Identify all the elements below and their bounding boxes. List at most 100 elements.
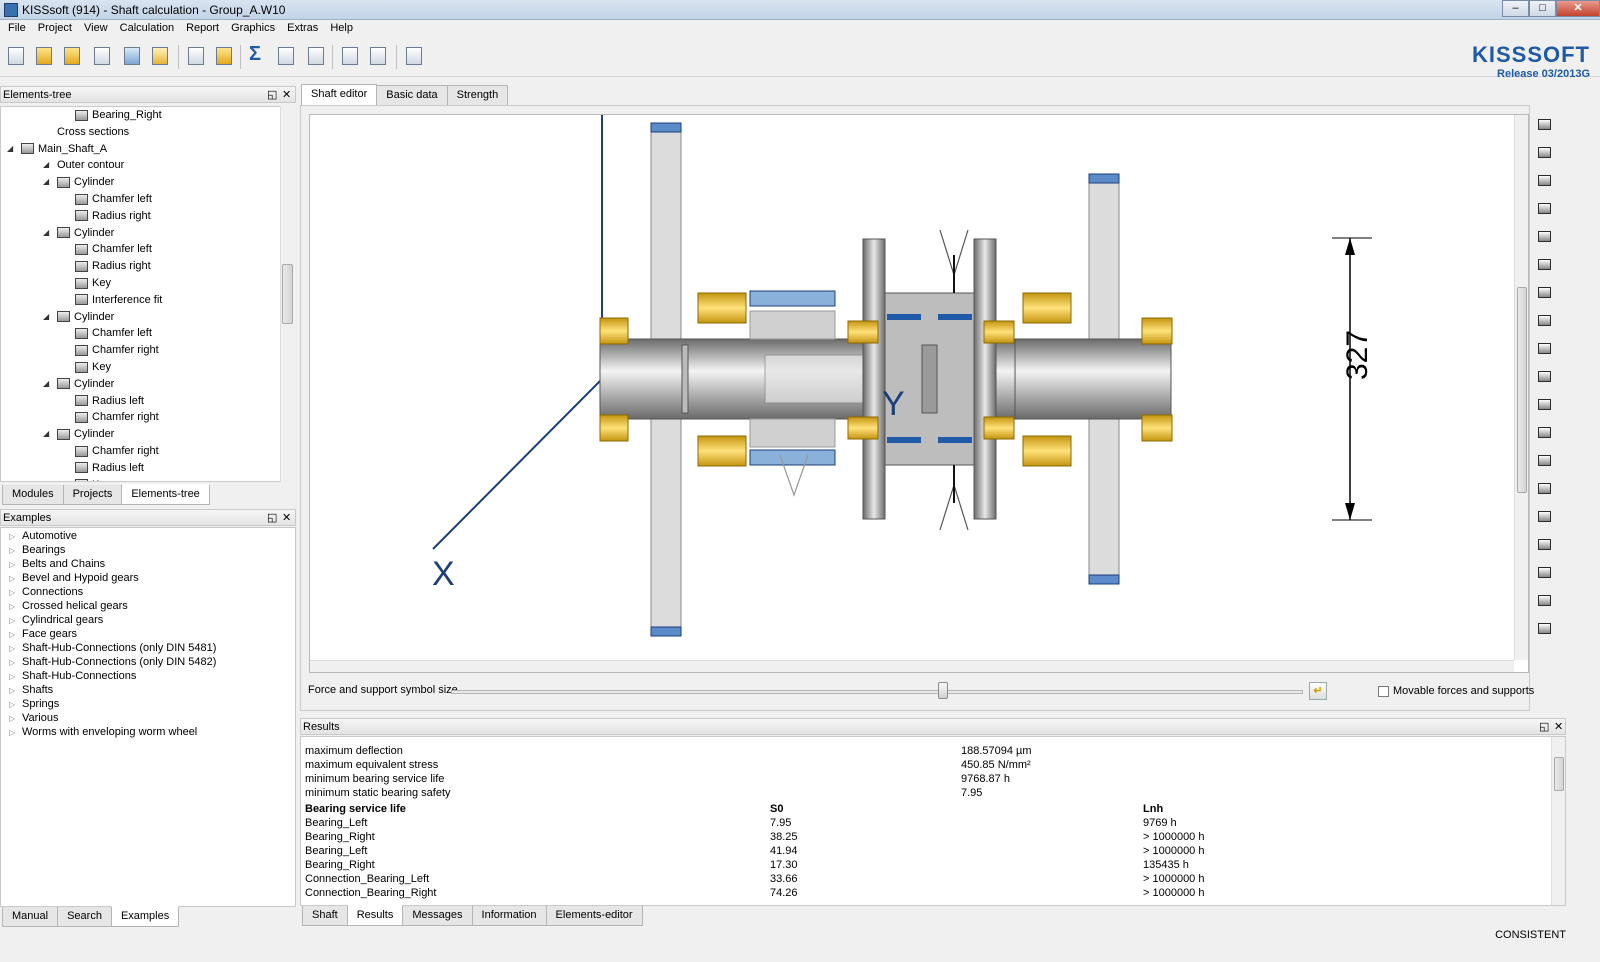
tree-item[interactable]: ◢ Cylinder: [43, 227, 114, 243]
gear-icon[interactable]: [1536, 564, 1554, 582]
tree-item[interactable]: ◢ Cylinder: [43, 311, 114, 327]
tree-item[interactable]: Chamfer right: [75, 411, 159, 427]
example-category[interactable]: ▷ Shaft-Hub-Connections (only DIN 5482): [9, 656, 216, 668]
tree-item[interactable]: Key: [75, 277, 111, 293]
force-icon[interactable]: [1536, 424, 1554, 442]
menu-graphics[interactable]: Graphics: [225, 20, 281, 39]
example-category[interactable]: ▷ Shaft-Hub-Connections (only DIN 5481): [9, 642, 216, 654]
key-icon[interactable]: [1536, 508, 1554, 526]
open-folder-icon[interactable]: [32, 44, 56, 68]
folder-icon[interactable]: [212, 44, 236, 68]
tab-information[interactable]: Information: [471, 906, 547, 926]
example-category[interactable]: ▷ Automotive: [9, 530, 77, 542]
example-category[interactable]: ▷ Worms with enveloping worm wheel: [9, 726, 197, 738]
menu-extras[interactable]: Extras: [281, 20, 324, 39]
tree-scroll-thumb[interactable]: [282, 264, 293, 324]
calculator-icon[interactable]: [366, 44, 390, 68]
expander-icon[interactable]: ▷: [9, 658, 22, 667]
report-icon[interactable]: [274, 44, 298, 68]
results-scrollbar[interactable]: [1551, 737, 1565, 905]
example-category[interactable]: ▷ Crossed helical gears: [9, 600, 128, 612]
save-icon[interactable]: [90, 44, 114, 68]
expander-icon[interactable]: ▷: [9, 532, 22, 541]
expander-icon[interactable]: ▷: [9, 574, 22, 583]
expander-icon[interactable]: ▷: [9, 686, 22, 695]
expander-icon[interactable]: ▷: [9, 672, 22, 681]
tree-item[interactable]: Chamfer left: [75, 327, 152, 343]
tree-item[interactable]: Radius right: [75, 210, 151, 226]
force-icon[interactable]: [1536, 396, 1554, 414]
mass-icon[interactable]: [1536, 480, 1554, 498]
example-category[interactable]: ▷ Shafts: [9, 684, 53, 696]
example-category[interactable]: ▷ Shaft-Hub-Connections: [9, 670, 136, 682]
close-icon[interactable]: ✕: [282, 88, 291, 101]
tab-results[interactable]: Results: [346, 905, 404, 926]
tree-item[interactable]: Chamfer left: [75, 243, 152, 259]
canvas-vscroll[interactable]: [1514, 115, 1528, 660]
calculate-sum-icon[interactable]: Σ: [244, 44, 268, 68]
tree-item[interactable]: Chamfer right: [75, 445, 159, 461]
example-category[interactable]: ▷ Springs: [9, 698, 59, 710]
expander-icon[interactable]: ◢: [43, 379, 49, 388]
example-category[interactable]: ▷ Bearings: [9, 544, 65, 556]
tree-item[interactable]: Chamfer right: [75, 344, 159, 360]
close-icon[interactable]: ✕: [1554, 720, 1563, 733]
expander-icon[interactable]: ◢: [43, 312, 49, 321]
list-icon[interactable]: [338, 44, 362, 68]
tab-basic-data[interactable]: Basic data: [376, 85, 448, 105]
cylinder-icon[interactable]: [1536, 144, 1554, 162]
tab-manual[interactable]: Manual: [2, 907, 59, 927]
tree-item[interactable]: ◢ Cylinder: [43, 378, 114, 394]
email-icon[interactable]: [120, 44, 144, 68]
shaft-icon[interactable]: [1536, 116, 1554, 134]
tree-item[interactable]: Interference fit: [75, 294, 162, 310]
tab-shaft-editor[interactable]: Shaft editor: [301, 84, 378, 105]
bracket-icon[interactable]: [1536, 340, 1554, 358]
report-view-icon[interactable]: [304, 44, 328, 68]
coupling-icon[interactable]: [1536, 368, 1554, 386]
tree-item[interactable]: Key: [75, 479, 111, 481]
tree-item[interactable]: Cross sections: [57, 126, 129, 142]
expander-icon[interactable]: ▷: [9, 630, 22, 639]
gear-icon[interactable]: [1536, 592, 1554, 610]
results-scroll-thumb[interactable]: [1554, 757, 1564, 791]
tab-strength[interactable]: Strength: [446, 85, 509, 105]
expander-icon[interactable]: ◢: [7, 144, 13, 153]
copy-icon[interactable]: [184, 44, 208, 68]
tree-item[interactable]: ◢ Cylinder: [43, 428, 114, 444]
menu-file[interactable]: File: [2, 20, 32, 39]
close-button[interactable]: ✕: [1556, 0, 1600, 17]
canvas-hscroll[interactable]: [310, 660, 1514, 672]
support-icon[interactable]: [1536, 284, 1554, 302]
menu-help[interactable]: Help: [324, 20, 359, 39]
expander-icon[interactable]: ▷: [9, 602, 22, 611]
menu-view[interactable]: View: [78, 20, 114, 39]
tab-elements-editor[interactable]: Elements-editor: [545, 906, 643, 926]
expander-icon[interactable]: ▷: [9, 560, 22, 569]
symbol-size-slider[interactable]: [451, 690, 1303, 694]
expander-icon[interactable]: ▷: [9, 714, 22, 723]
movable-forces-checkbox[interactable]: [1378, 686, 1389, 697]
tree-item[interactable]: Radius left: [75, 395, 144, 411]
tab-modules[interactable]: Modules: [2, 485, 64, 505]
maximize-button[interactable]: □: [1529, 0, 1556, 17]
menu-project[interactable]: Project: [32, 20, 78, 39]
force-icon[interactable]: [1536, 452, 1554, 470]
expander-icon[interactable]: ▷: [9, 728, 22, 737]
expander-icon[interactable]: ◢: [43, 228, 49, 237]
shaft-canvas[interactable]: 327 Y X: [309, 114, 1529, 673]
bearing-icon[interactable]: [1536, 228, 1554, 246]
tree-item[interactable]: Radius right: [75, 260, 151, 276]
example-category[interactable]: ▷ Cylindrical gears: [9, 614, 103, 626]
expander-icon[interactable]: ◢: [43, 160, 49, 169]
float-icon[interactable]: ◱: [267, 88, 277, 101]
new-file-icon[interactable]: [4, 44, 28, 68]
tab-search[interactable]: Search: [57, 907, 112, 927]
tree-scrollbar[interactable]: [280, 106, 294, 482]
menu-calculation[interactable]: Calculation: [114, 20, 180, 39]
tab-projects[interactable]: Projects: [62, 485, 123, 505]
tree-item[interactable]: Radius left: [75, 462, 144, 478]
canvas-vscroll-thumb[interactable]: [1517, 287, 1527, 493]
example-category[interactable]: ▷ Belts and Chains: [9, 558, 105, 570]
example-category[interactable]: ▷ Face gears: [9, 628, 77, 640]
